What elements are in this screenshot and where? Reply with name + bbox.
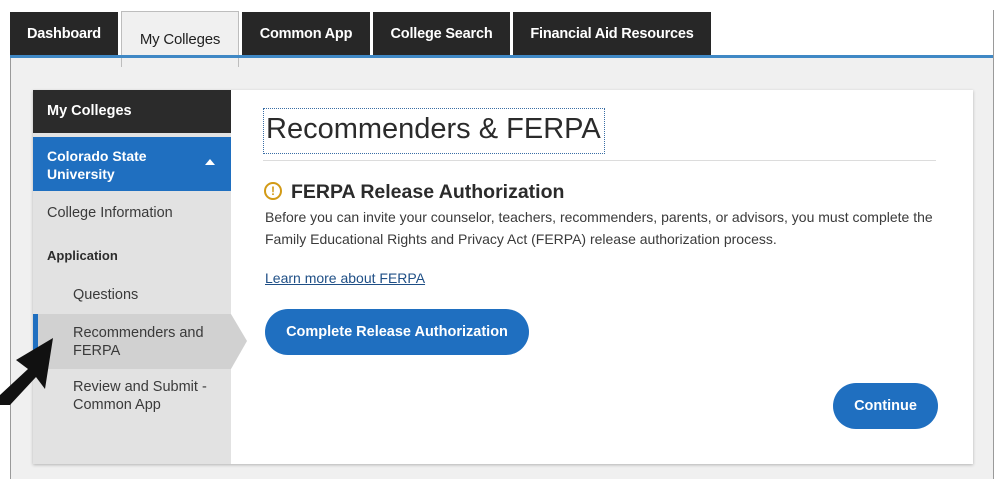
sidebar-active-pointer — [231, 314, 247, 369]
tab-my-colleges[interactable]: My Colleges — [121, 11, 239, 67]
chevron-up-icon — [205, 159, 215, 165]
annotation-arrow-icon — [0, 338, 53, 405]
sidebar-item-label-line2: FERPA — [73, 343, 121, 359]
sidebar-item-questions[interactable]: Questions — [73, 286, 138, 304]
learn-more-ferpa-link[interactable]: Learn more about FERPA — [265, 270, 425, 286]
page-title: Recommenders & FERPA — [266, 113, 601, 145]
sidebar-header: My Colleges — [33, 90, 231, 133]
tab-college-search[interactable]: College Search — [373, 12, 510, 55]
tab-financial-aid-resources[interactable]: Financial Aid Resources — [513, 12, 711, 55]
warning-icon: ! — [264, 182, 282, 200]
sidebar-college-name-line1: Colorado State — [47, 148, 147, 164]
sidebar-item-label-line1: Recommenders and — [73, 325, 204, 341]
tab-common-app[interactable]: Common App — [242, 12, 370, 55]
ferpa-description: Before you can invite your counselor, te… — [265, 209, 933, 247]
tab-dashboard[interactable]: Dashboard — [10, 12, 118, 55]
sidebar-college-name-line2: University — [47, 166, 115, 182]
ferpa-heading: FERPA Release Authorization — [291, 181, 565, 203]
sidebar-item-review-and-submit[interactable]: Review and Submit - Common App — [73, 378, 207, 414]
complete-release-authorization-button[interactable]: Complete Release Authorization — [265, 309, 529, 355]
sidebar-item-label-line2: Common App — [73, 397, 161, 413]
sidebar-item-college-information[interactable]: College Information — [47, 204, 173, 222]
sidebar-item-label-line1: Review and Submit - — [73, 379, 207, 395]
title-divider — [263, 160, 936, 161]
sidebar-section-application: Application — [47, 248, 118, 263]
sidebar-item-recommenders-and-ferpa[interactable]: Recommenders and FERPA — [73, 324, 204, 360]
sidebar-college-toggle[interactable]: Colorado State University — [33, 137, 231, 191]
tab-underline — [10, 55, 993, 58]
continue-button[interactable]: Continue — [833, 383, 938, 429]
